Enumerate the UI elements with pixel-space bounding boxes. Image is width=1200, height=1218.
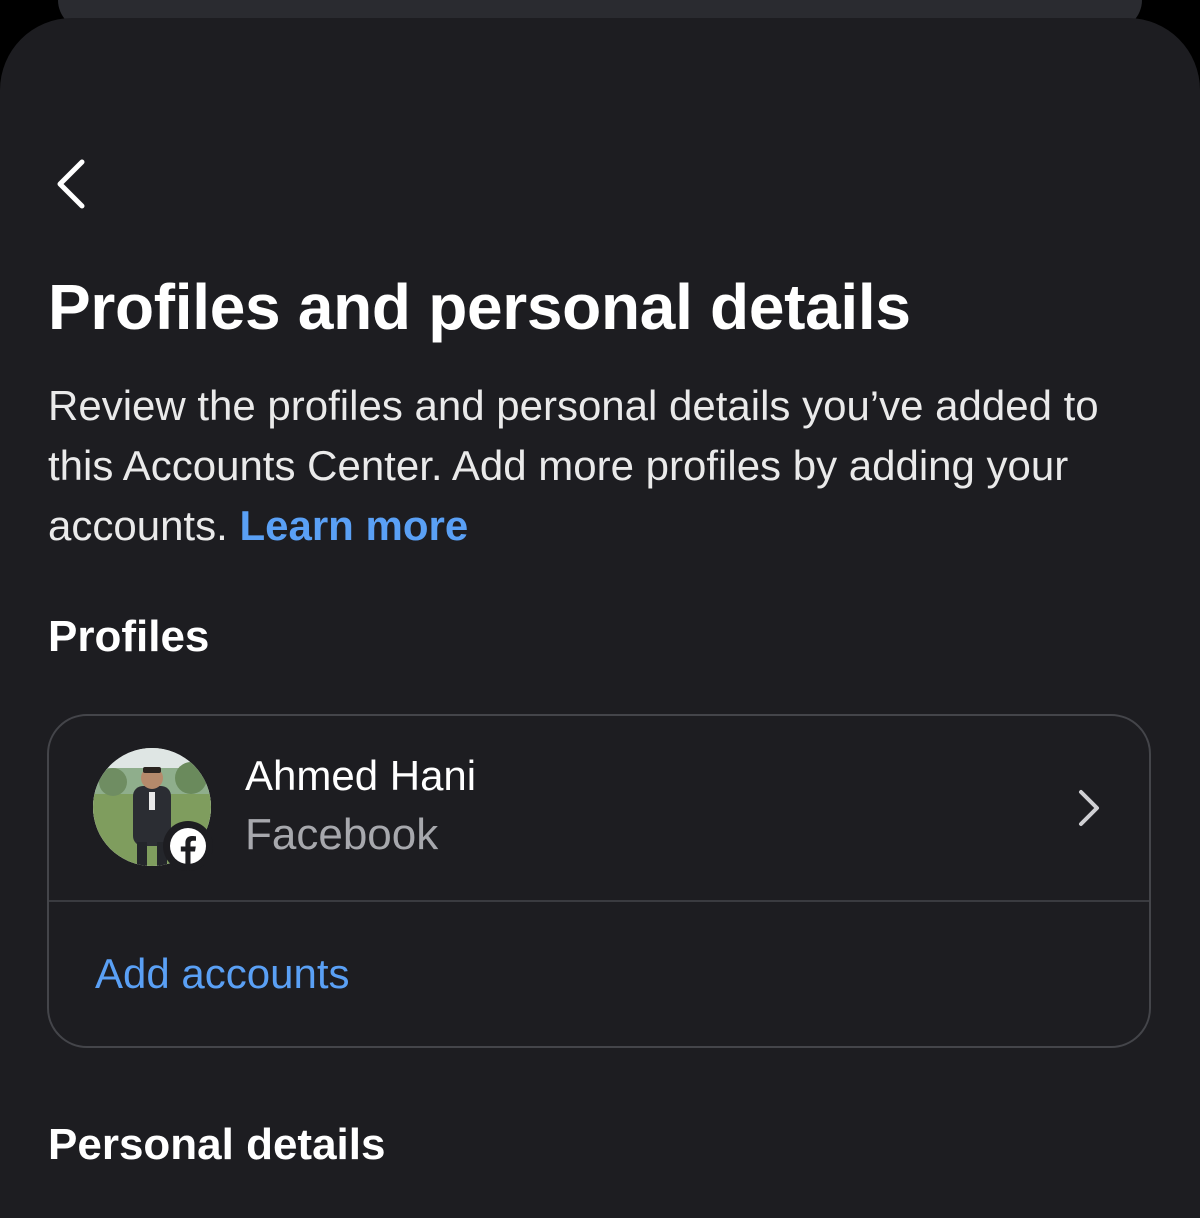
- description-text: Review the profiles and personal details…: [48, 382, 1099, 549]
- chevron-right-icon: [1079, 790, 1099, 826]
- profile-row[interactable]: Ahmed Hani Facebook: [49, 716, 1149, 900]
- card-divider: [49, 900, 1149, 902]
- add-accounts-button[interactable]: Add accounts: [95, 950, 350, 998]
- back-button[interactable]: [40, 152, 104, 216]
- profiles-card: Ahmed Hani Facebook Add accounts: [47, 714, 1151, 1048]
- learn-more-link[interactable]: Learn more: [239, 502, 468, 549]
- profile-name: Ahmed Hani: [245, 752, 477, 799]
- page-description: Review the profiles and personal details…: [48, 376, 1158, 556]
- facebook-icon: [170, 828, 206, 864]
- profile-platform: Facebook: [245, 810, 439, 859]
- chevron-left-icon: [57, 159, 85, 209]
- profiles-section-title: Profiles: [48, 612, 210, 661]
- page-title: Profiles and personal details: [48, 271, 911, 343]
- facebook-badge: [163, 821, 213, 871]
